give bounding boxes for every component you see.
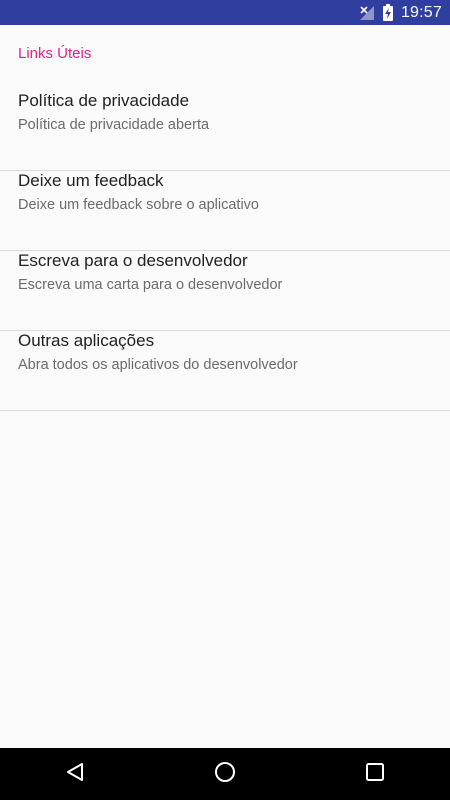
recents-icon [365,762,385,787]
home-icon [213,760,237,789]
battery-charging-icon [382,4,393,21]
settings-content: Links Úteis Política de privacidade Polí… [0,25,450,748]
pref-summary: Deixe um feedback sobre o aplicativo [18,197,259,213]
signal-off-icon [359,5,375,21]
pref-item-privacy-policy[interactable]: Política de privacidade Política de priv… [0,91,450,171]
pref-summary: Política de privacidade aberta [18,117,210,133]
pref-title: Outras aplicações [18,331,155,350]
status-bar: 19:57 [0,0,450,25]
section-header: Links Úteis [18,45,92,62]
status-time: 19:57 [400,3,442,21]
pref-item-feedback[interactable]: Deixe um feedback Deixe um feedback sobr… [0,171,450,251]
pref-title: Escreva para o desenvolvedor [18,251,248,270]
recents-button[interactable] [345,748,405,800]
back-icon [64,761,86,788]
pref-title: Deixe um feedback [18,171,164,190]
home-button[interactable] [195,748,255,800]
pref-item-other-apps[interactable]: Outras aplicações Abra todos os aplicati… [0,331,450,411]
back-button[interactable] [45,748,105,800]
pref-item-write-developer[interactable]: Escreva para o desenvolvedor Escreva uma… [0,251,450,331]
preference-list: Política de privacidade Política de priv… [0,91,450,411]
pref-title: Política de privacidade [18,91,190,110]
pref-summary: Abra todos os aplicativos do desenvolved… [18,357,298,373]
navigation-bar [0,748,450,800]
pref-summary: Escreva uma carta para o desenvolvedor [18,277,283,293]
